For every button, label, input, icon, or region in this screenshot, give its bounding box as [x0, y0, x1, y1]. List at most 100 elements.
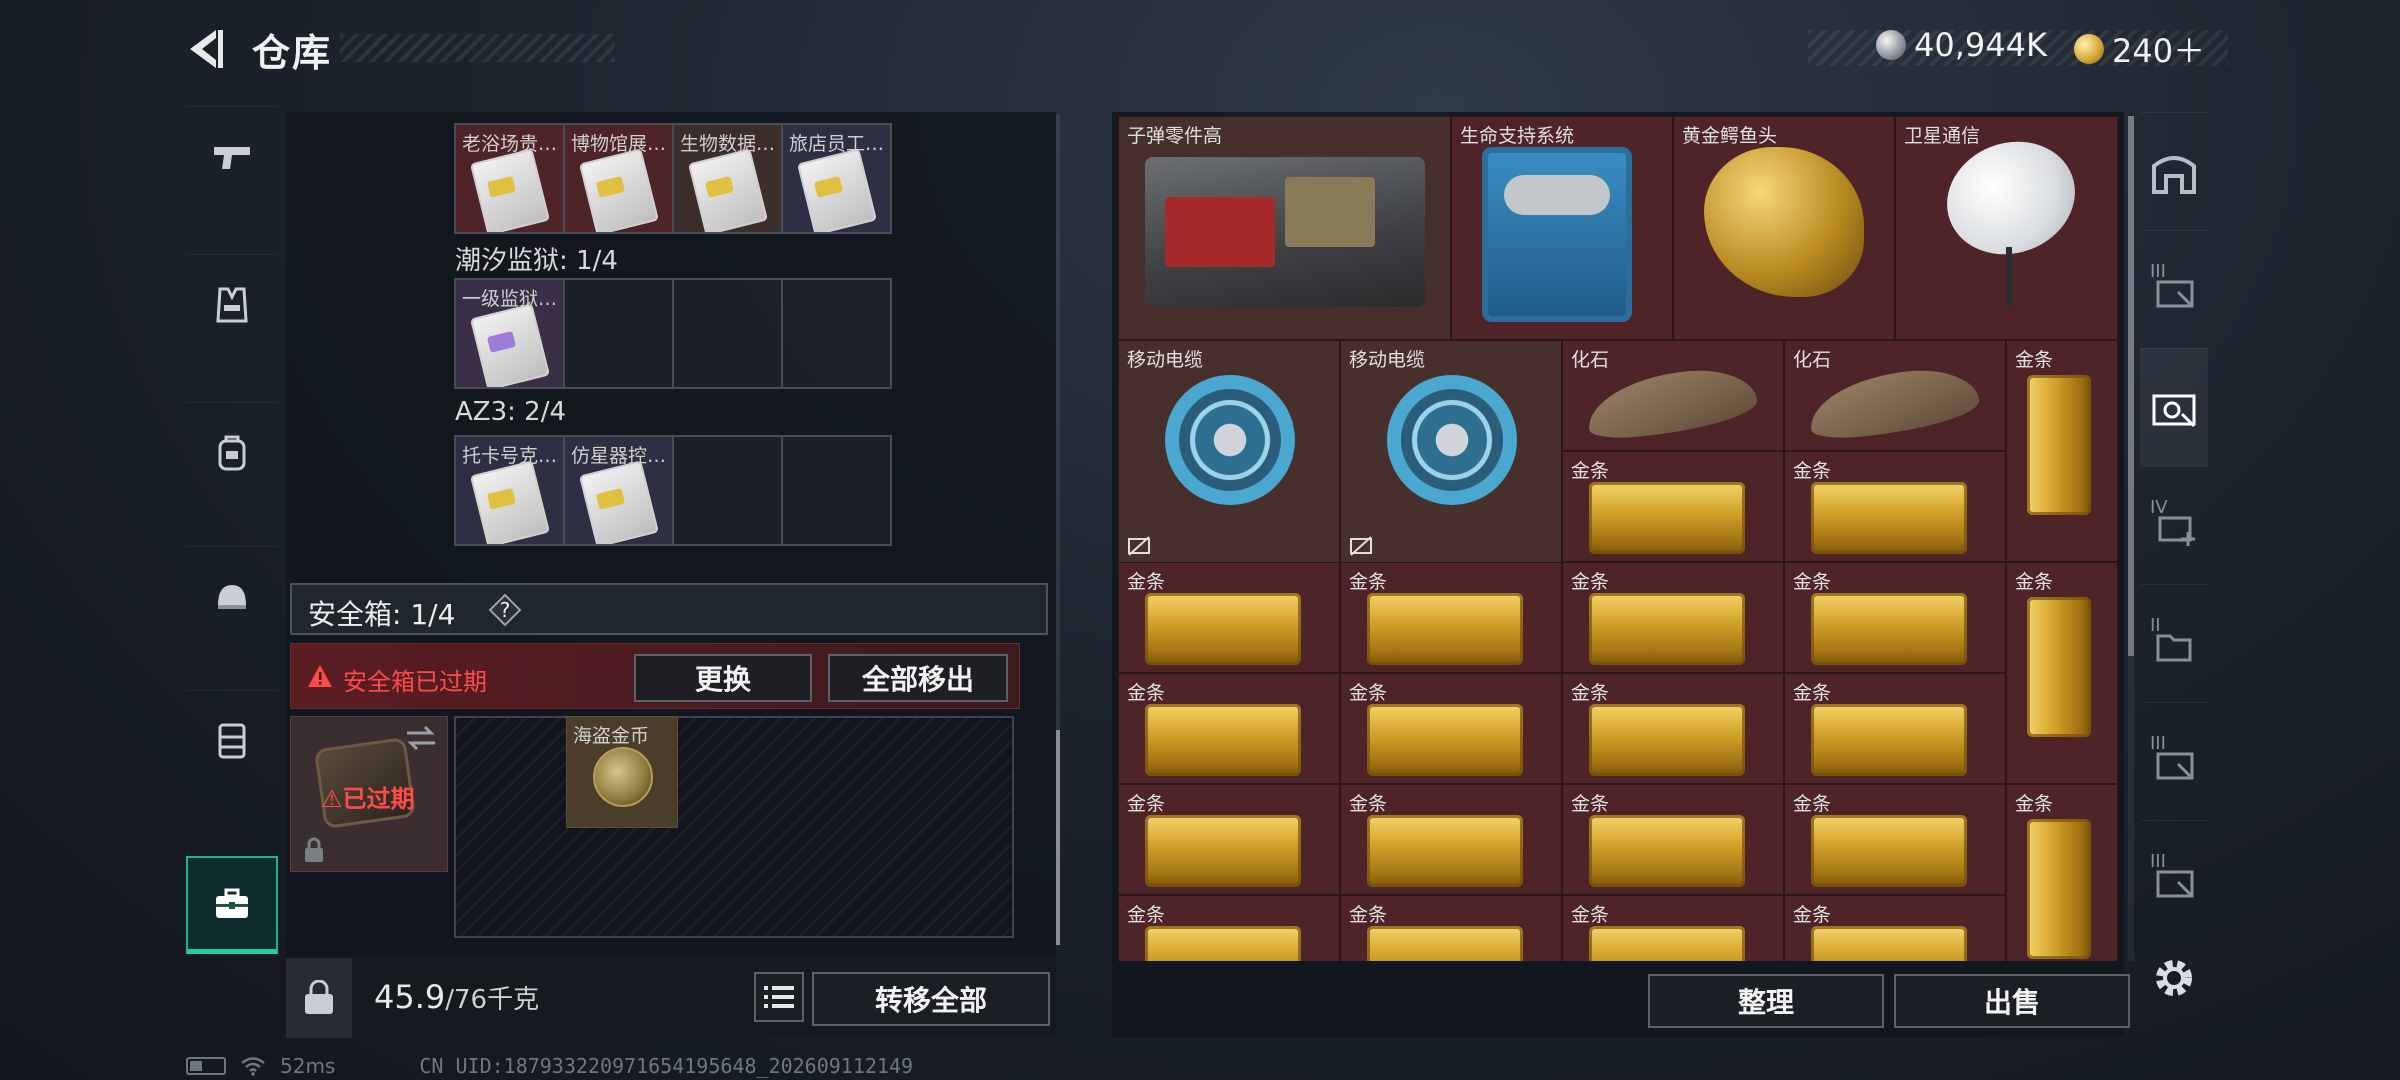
stash-item-gold-bar[interactable]: 金条: [1562, 784, 1784, 895]
stash-item-gold-bar[interactable]: 金条: [1118, 673, 1340, 784]
stash-grid[interactable]: 子弹零件高 生命支持系统 黄金鳄鱼头 卫星通信 移动电缆 移动电缆 化石 化石 …: [1118, 116, 2118, 961]
stash-tab-4[interactable]: IV: [2140, 466, 2208, 584]
status-bar: 52ms CN UID:18793322097165419564​8_20260…: [186, 1054, 913, 1078]
keycard-slot[interactable]: 博物馆展…: [563, 123, 674, 234]
cable-reel-icon: [1387, 375, 1517, 505]
pirate-coin-slot[interactable]: 海盗金币: [566, 716, 678, 828]
keycard-slot[interactable]: 托卡号克…: [454, 435, 565, 546]
section-az3-label: AZ3: 2/4: [455, 397, 567, 427]
stash-item-gold-bar[interactable]: 金条: [1340, 784, 1562, 895]
weight-current: 45.9: [374, 978, 446, 1016]
swap-icon[interactable]: [403, 723, 439, 753]
item-label: 化石: [1571, 349, 1610, 371]
safebox-grid[interactable]: [454, 716, 1014, 938]
stash-tab-2[interactable]: II: [2140, 584, 2208, 702]
gold-bar-icon: [1589, 926, 1745, 961]
keycard-slot[interactable]: 一级监狱…: [454, 278, 565, 389]
keycard-icon: [469, 460, 551, 544]
stash-item-gold-bar[interactable]: 金条: [1562, 673, 1784, 784]
stash-item-gold-bar-vertical[interactable]: 金条: [2006, 562, 2118, 784]
empty-slot[interactable]: [563, 278, 674, 389]
rail-backpack[interactable]: [186, 402, 278, 502]
keycard-slot[interactable]: 老浴场贵…: [454, 123, 565, 234]
safebox-item[interactable]: ⚠已过期: [290, 716, 448, 872]
backpack-scroll-thumb[interactable]: [1056, 730, 1060, 945]
remove-all-button[interactable]: 全部移出: [828, 654, 1008, 702]
sell-button[interactable]: 出售: [1894, 974, 2130, 1028]
stash-item-gold-bar-vertical[interactable]: 金条: [2006, 784, 2118, 961]
stash-item-gold-bar[interactable]: 金条: [1784, 673, 2006, 784]
stash-item-gold-bar[interactable]: 金条: [1562, 895, 1784, 961]
empty-slot[interactable]: [781, 278, 892, 389]
satellite-stand: [2006, 247, 2012, 307]
item-label: 移动电缆: [1127, 349, 1204, 371]
stash-item-gold-bar[interactable]: 金条: [1118, 784, 1340, 895]
weight-lock[interactable]: [286, 958, 352, 1038]
stash-item-gold-bar[interactable]: 金条: [1340, 562, 1562, 673]
stash-item-fossil[interactable]: 化石: [1562, 340, 1784, 451]
stash-item-satellite[interactable]: 卫星通信: [1895, 116, 2118, 340]
stash-tab-3b[interactable]: III: [2140, 702, 2208, 820]
stash-scroll-thumb[interactable]: [2128, 116, 2134, 656]
empty-slot[interactable]: [781, 435, 892, 546]
rail-case[interactable]: [186, 856, 278, 954]
stash-tab-3[interactable]: III: [2140, 230, 2208, 348]
no-display-icon: [1350, 536, 1372, 556]
stash-tab-active[interactable]: [2140, 348, 2208, 466]
ping-text: 52ms: [280, 1054, 336, 1078]
rail-armor[interactable]: [186, 254, 278, 354]
replace-button[interactable]: 更换: [634, 654, 812, 702]
keycard-label: 旅店员工…: [789, 133, 885, 155]
stash-item-gold-bar[interactable]: 金条: [1784, 784, 2006, 895]
stash-item-ammo-parts[interactable]: 子弹零件高: [1118, 116, 1451, 340]
stash-item-gold-bar[interactable]: 金条: [1562, 562, 1784, 673]
help-icon[interactable]: ?: [488, 593, 522, 627]
keycard-slot[interactable]: 旅店员工…: [781, 123, 892, 234]
currency-silver[interactable]: 40,944K: [1876, 26, 2047, 64]
rail-weapon[interactable]: [186, 106, 278, 206]
tier-label: II: [2150, 615, 2161, 636]
item-label: 金条: [1793, 460, 1832, 482]
stash-item-gold-bar[interactable]: 金条: [1784, 562, 2006, 673]
kg-lock-icon: [305, 980, 333, 1014]
stash-item-gold-bar[interactable]: 金条: [1340, 895, 1562, 961]
stash-item-cable[interactable]: 移动电缆: [1118, 340, 1340, 564]
keycard-slot[interactable]: 生物数据…: [672, 123, 783, 234]
item-label: 卫星通信: [1904, 125, 1981, 147]
list-view-button[interactable]: [754, 972, 804, 1022]
keycard-label: 老浴场贵…: [462, 133, 558, 155]
keycard-row-2: 一级监狱…: [454, 278, 892, 389]
gear-icon[interactable]: [2150, 954, 2198, 1002]
stash-item-gold-croc-head[interactable]: 黄金鳄鱼头: [1673, 116, 1895, 340]
stash-item-gold-bar[interactable]: 金条: [1118, 562, 1340, 673]
organize-button[interactable]: 整理: [1648, 974, 1884, 1028]
stash-tab-3c[interactable]: III: [2140, 820, 2208, 938]
rail-helmet[interactable]: [186, 546, 278, 646]
stash-item-gold-bar[interactable]: 金条: [1340, 673, 1562, 784]
keycard-label: 一级监狱…: [462, 288, 558, 310]
keycard-slot[interactable]: 仿星器控…: [563, 435, 674, 546]
item-label: 金条: [1127, 793, 1166, 815]
currency-gold-value: 240＋: [2112, 32, 2206, 70]
rail-chest-rig[interactable]: [186, 690, 278, 790]
title-decoration: [340, 34, 615, 62]
stash-item-gold-bar[interactable]: 金条: [1562, 451, 1784, 562]
stash-item-gold-bar[interactable]: 金条: [1784, 451, 2006, 562]
gold-bar-icon: [1145, 704, 1301, 776]
stash-item-life-support[interactable]: 生命支持系统: [1451, 116, 1673, 340]
tier-label: III: [2150, 851, 2166, 872]
transfer-all-button[interactable]: 转移全部: [812, 972, 1050, 1026]
back-arrow-icon[interactable]: [180, 24, 230, 74]
fossil-icon: [1584, 364, 1760, 442]
tier-label: III: [2150, 261, 2166, 282]
stash-item-gold-bar-vertical[interactable]: 金条: [2006, 340, 2118, 562]
stash-item-gold-bar[interactable]: 金条: [1118, 895, 1340, 961]
stash-item-cable[interactable]: 移动电缆: [1340, 340, 1562, 564]
stash-item-gold-bar[interactable]: 金条: [1784, 895, 2006, 961]
stash-item-fossil[interactable]: 化石: [1784, 340, 2006, 451]
empty-slot[interactable]: [672, 278, 783, 389]
empty-slot[interactable]: [672, 435, 783, 546]
ammo-parts-icon: [1145, 157, 1425, 307]
stash-tab-vault[interactable]: [2140, 112, 2208, 230]
currency-gold[interactable]: 240＋: [2074, 26, 2205, 72]
